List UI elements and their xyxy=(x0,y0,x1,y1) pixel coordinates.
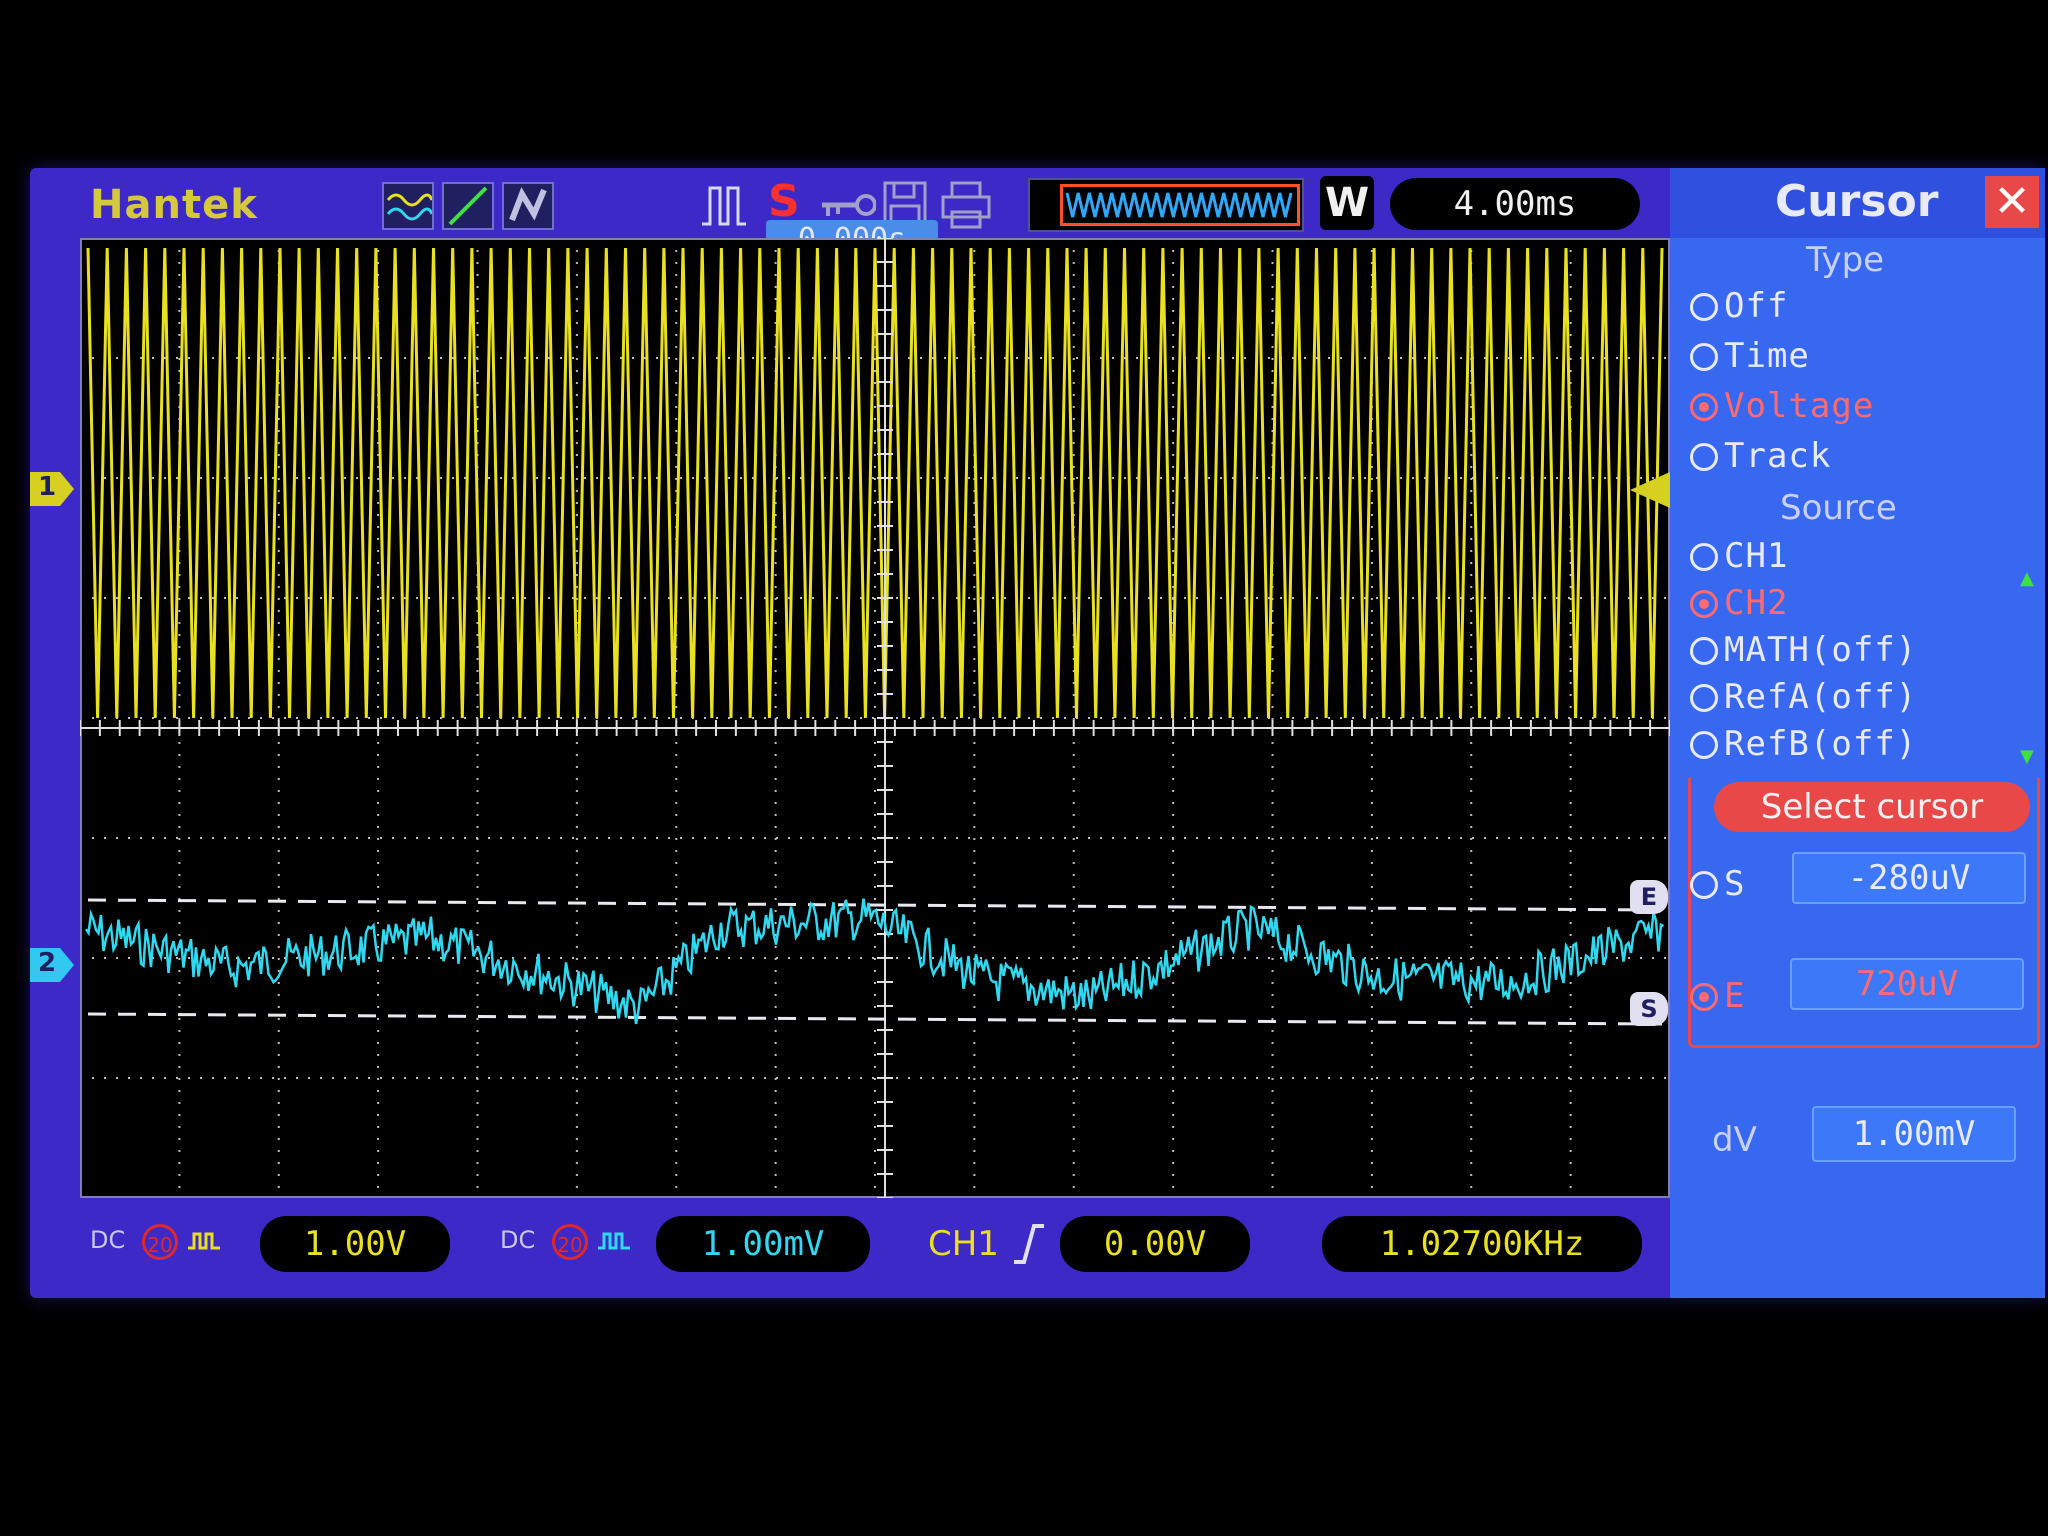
source-option-math[interactable]: MATH(off) xyxy=(1690,630,1917,670)
ch2-trace xyxy=(84,898,1665,1025)
ch1-scale-display: 1.00V xyxy=(260,1216,450,1272)
waveform-canvas xyxy=(79,237,1671,1199)
source-section-heading: Source xyxy=(1780,488,1897,528)
cursor-e-value: 720uV xyxy=(1790,958,2024,1010)
close-icon[interactable]: ✕ xyxy=(1985,176,2039,228)
cursor-s-value: -280uV xyxy=(1792,852,2026,904)
ch2-level-marker[interactable]: 2 xyxy=(30,948,74,982)
waveform-display[interactable] xyxy=(79,237,1671,1199)
ch1-probe-icon xyxy=(186,1226,222,1256)
trigger-level-display: 0.00V xyxy=(1060,1216,1250,1272)
cursor-e-line xyxy=(87,898,1663,912)
type-option-voltage[interactable]: Voltage xyxy=(1690,386,1874,426)
ch2-bandwidth-limit-badge: 20 xyxy=(552,1224,588,1260)
brand-logo: Hantek xyxy=(90,182,258,228)
ch1-coupling-badge: DC xyxy=(90,1226,126,1254)
scroll-down-icon[interactable]: ▼ xyxy=(2020,746,2034,767)
cursor-s-option[interactable]: S xyxy=(1690,864,1745,904)
source-option-refb[interactable]: RefB(off) xyxy=(1690,724,1917,764)
ch1-level-marker[interactable]: 1 xyxy=(30,472,74,506)
ch2-scale-display: 1.00mV xyxy=(656,1216,870,1272)
key-lock-icon xyxy=(818,188,877,222)
frequency-display: 1.02700KHz xyxy=(1322,1216,1642,1272)
cursor-panel-title: Cursor xyxy=(1775,176,1939,227)
cursor-menu-panel: Cursor ✕ Type Off Time Voltage Track Sou… xyxy=(1670,168,2045,1298)
trigger-source-label: CH1 xyxy=(928,1224,999,1264)
type-option-off[interactable]: Off xyxy=(1690,286,1788,326)
ch1-bandwidth-limit-badge: 20 xyxy=(142,1224,178,1260)
xy-mode-icon[interactable] xyxy=(442,182,494,230)
persist-mode-icon[interactable] xyxy=(502,182,554,230)
printer-icon[interactable] xyxy=(940,180,992,230)
timebase-display: 4.00ms xyxy=(1390,178,1640,230)
scroll-up-icon[interactable]: ▲ xyxy=(2020,568,2034,589)
status-bar: DC 20 1.00V DC 20 1.00mV CH1 0.00V 1.027… xyxy=(60,1208,1670,1288)
ch2-coupling-badge: DC xyxy=(500,1226,536,1254)
cursor-e-option[interactable]: E xyxy=(1690,976,1745,1016)
memory-position-bar[interactable] xyxy=(1028,178,1304,232)
window-zoom-button[interactable]: W xyxy=(1320,176,1374,230)
rising-edge-icon xyxy=(1012,1222,1046,1266)
type-option-track[interactable]: Track xyxy=(1690,436,1831,476)
trigger-level-marker[interactable] xyxy=(1630,472,1670,508)
waveform-mode-icon[interactable] xyxy=(382,182,434,230)
source-option-ch2[interactable]: CH2 xyxy=(1690,583,1788,623)
type-option-time[interactable]: Time xyxy=(1690,336,1810,376)
cursor-e-marker[interactable]: E xyxy=(1630,880,1668,914)
select-cursor-button[interactable]: Select cursor xyxy=(1714,782,2030,832)
source-option-ch1[interactable]: CH1 xyxy=(1690,536,1788,576)
delta-voltage-value: 1.00mV xyxy=(1812,1106,2016,1162)
source-option-refa[interactable]: RefA(off) xyxy=(1690,677,1917,717)
oscilloscope-screen: Hantek S W 4.00ms 0.000s 1 2 xyxy=(30,168,2045,1298)
delta-voltage-label: dV xyxy=(1712,1120,1757,1160)
type-section-heading: Type xyxy=(1806,240,1885,280)
ch2-probe-icon xyxy=(596,1226,632,1256)
trigger-edge-icon xyxy=(698,180,748,230)
cursor-s-marker[interactable]: S xyxy=(1630,992,1668,1026)
cursor-s-line xyxy=(87,1012,1663,1026)
